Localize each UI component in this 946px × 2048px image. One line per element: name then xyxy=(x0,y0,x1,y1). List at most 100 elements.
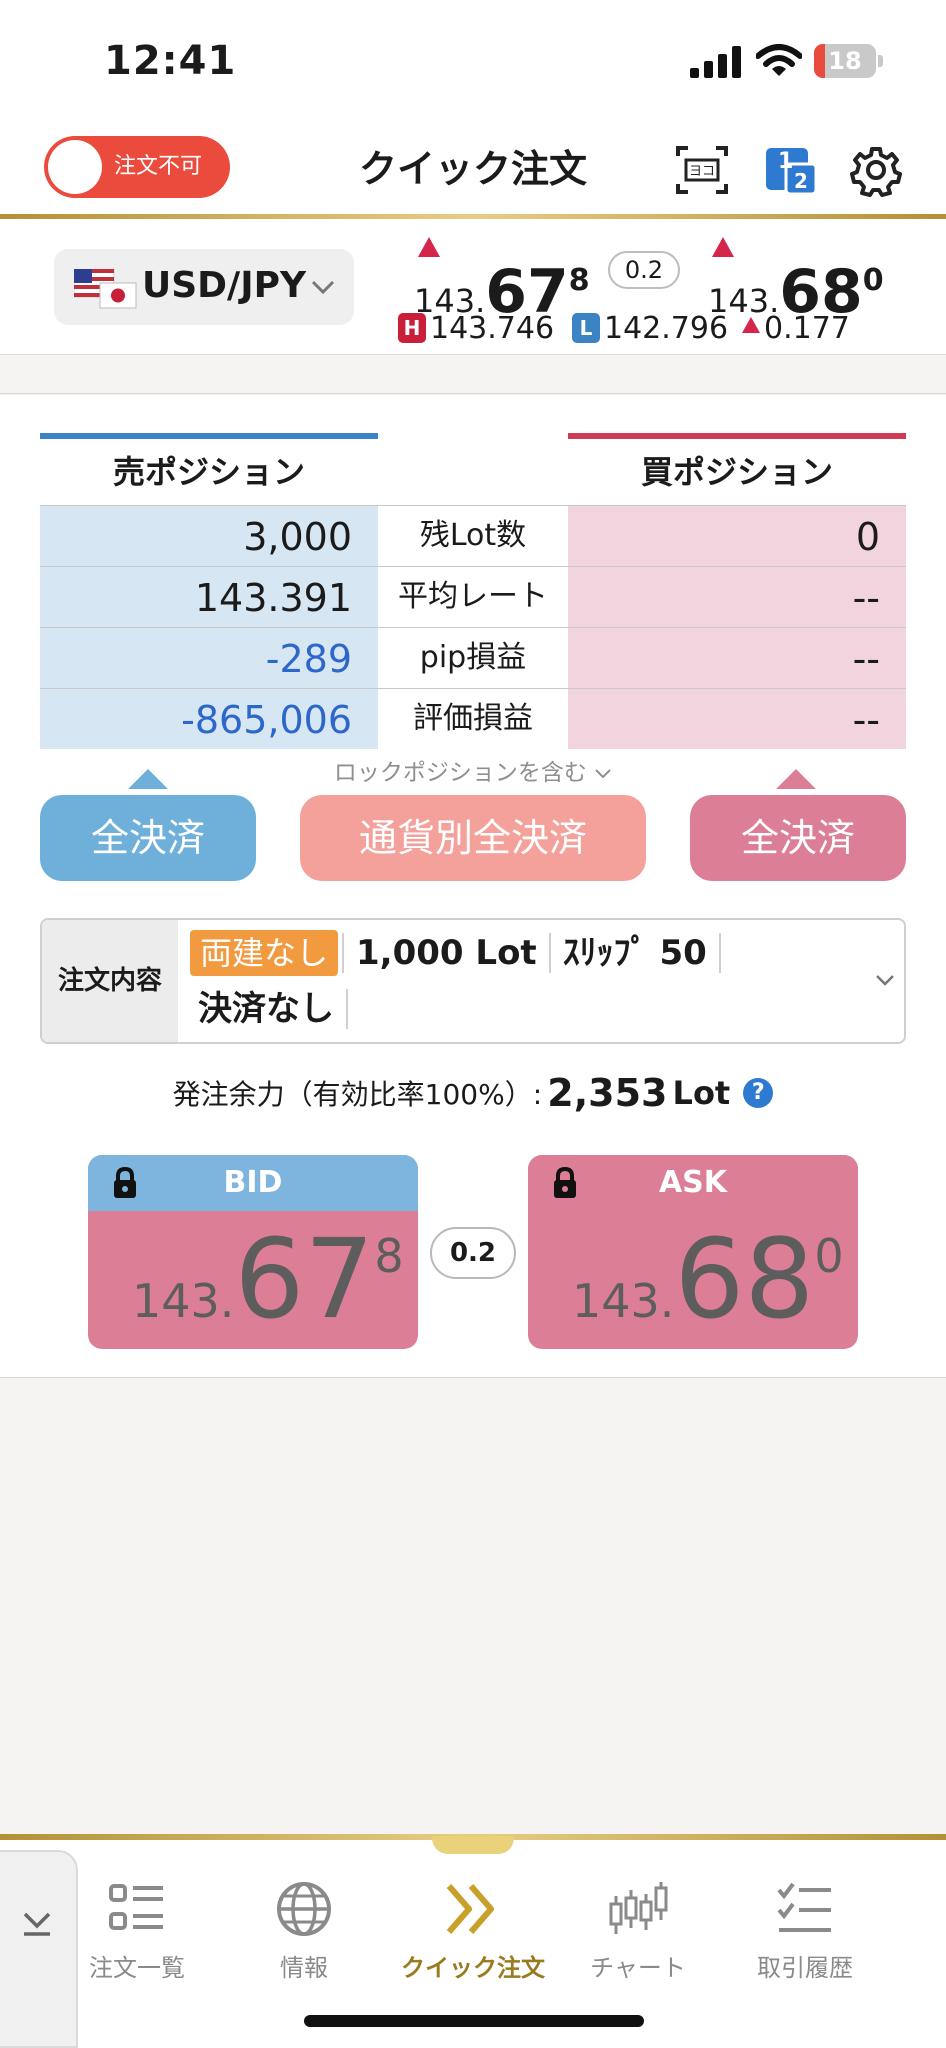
tab-trade-history[interactable]: 取引履歴 xyxy=(730,1880,880,1990)
ask-price-prefix: 143. xyxy=(572,1274,675,1328)
low-badge: L xyxy=(572,313,600,343)
sell-pip-pl-value: -289 xyxy=(40,628,378,688)
high-price: H 143.746 xyxy=(398,311,554,347)
tab-label: 情報 xyxy=(280,1954,328,1982)
collapse-down-icon xyxy=(23,1912,51,1936)
currency-pair-selector[interactable]: USD/JPY xyxy=(54,249,354,325)
tab-order-list[interactable]: 注文一覧 xyxy=(62,1880,212,1990)
chevron-down-icon xyxy=(876,975,894,986)
table-row: -865,006 評価損益 -- xyxy=(40,688,906,749)
ask-pip: 0 xyxy=(862,263,884,298)
low-value: 142.796 xyxy=(604,311,729,346)
one-two-icon[interactable]: 1 2 xyxy=(760,142,820,198)
tab-label: 取引履歴 xyxy=(757,1954,853,1982)
order-slippage: ｽﾘｯﾌﾟ 50 xyxy=(562,933,707,973)
lock-icon xyxy=(114,1167,136,1198)
bid-header: BID xyxy=(88,1155,418,1211)
globe-icon xyxy=(277,1882,331,1936)
ask-price-main: 68 xyxy=(674,1215,815,1343)
buy-lot-value: 0 xyxy=(568,506,906,566)
us-jp-flag-icon xyxy=(74,269,137,309)
cellular-signal-icon xyxy=(690,46,741,78)
chevron-down-icon xyxy=(595,768,611,778)
quick-order-panel: 売ポジション 買ポジション 3,000 残Lot数 0 143.391 平均レー… xyxy=(0,395,946,1378)
order-toggle-label: 注文不可 xyxy=(114,154,203,179)
sell-avg-rate-value: 143.391 xyxy=(40,567,378,627)
change-value: 0.177 xyxy=(764,311,850,346)
currency-close-all-button[interactable]: 通貨別全決済 xyxy=(300,795,646,881)
battery-percent: 18 xyxy=(828,47,862,75)
bid-price-main: 67 xyxy=(234,1215,375,1343)
high-badge: H xyxy=(398,313,426,343)
sell-close-all-button[interactable]: 全決済 xyxy=(40,795,256,881)
chevron-down-icon xyxy=(311,280,335,295)
bid-label: BID xyxy=(223,1165,283,1200)
gear-icon[interactable] xyxy=(846,142,906,198)
ask-label: ASK xyxy=(658,1165,728,1200)
bid-order-button[interactable]: BID 143.678 xyxy=(88,1155,418,1349)
battery-icon: 18 xyxy=(814,44,884,78)
table-row: 3,000 残Lot数 0 xyxy=(40,505,906,566)
order-settings-label: 注文内容 xyxy=(42,920,178,1042)
page-title: クイック注文 xyxy=(358,147,587,191)
tab-label: 注文一覧 xyxy=(89,1954,185,1982)
svg-text:2: 2 xyxy=(794,169,808,193)
order-list-icon xyxy=(109,1884,163,1930)
buy-pointer xyxy=(776,769,816,789)
tab-quick-order[interactable]: クイック注文 xyxy=(398,1880,548,1990)
low-price: L 142.796 xyxy=(572,311,728,347)
table-row: -289 pip損益 -- xyxy=(40,627,906,688)
wifi-icon xyxy=(756,44,802,76)
screen-scan-icon[interactable]: ヨコ xyxy=(672,142,732,198)
margin-unit: Lot xyxy=(672,1074,731,1112)
order-settings[interactable]: 注文内容 両建なし 1,000 Lot ｽﾘｯﾌﾟ 50 決済なし xyxy=(40,918,906,1044)
double-chevron-icon xyxy=(446,1884,494,1934)
active-tab-marker xyxy=(432,1836,514,1854)
margin-label: 発注余力（有効比率100%）: xyxy=(172,1078,543,1111)
row-label-valuation-pl: 評価損益 xyxy=(378,689,568,749)
margin-value: 2,353 xyxy=(547,1071,668,1115)
row-label-avg-rate: 平均レート xyxy=(378,567,568,627)
spread-badge: 0.2 xyxy=(608,251,680,289)
ask-header: ASK xyxy=(528,1155,858,1211)
lock-icon xyxy=(554,1167,576,1198)
status-bar: 12:41 18 xyxy=(0,0,946,120)
tab-chart[interactable]: チャート xyxy=(563,1880,713,1990)
buy-avg-rate-value: -- xyxy=(568,567,906,627)
available-margin: 発注余力（有効比率100%）: 2,353 Lot ? xyxy=(0,1071,946,1115)
rate-bar: USD/JPY 143.678 0.2 143.680 H 143.746 L 14… xyxy=(0,219,946,355)
buy-valuation-pl-value: -- xyxy=(568,689,906,749)
order-lot: 1,000 Lot xyxy=(356,933,537,973)
home-indicator xyxy=(304,2015,644,2027)
ask-order-button[interactable]: ASK 143.680 xyxy=(528,1155,858,1349)
help-icon[interactable]: ? xyxy=(743,1078,774,1108)
table-row: 143.391 平均レート -- xyxy=(40,566,906,627)
tab-label: チャート xyxy=(590,1954,686,1982)
high-value: 143.746 xyxy=(430,311,555,346)
buy-close-all-button[interactable]: 全決済 xyxy=(690,795,906,881)
app-header: 注文不可 クイック注文 ヨコ 1 2 xyxy=(0,120,946,216)
bid-price-pip: 8 xyxy=(374,1229,404,1283)
candlestick-icon xyxy=(609,1882,668,1934)
currency-pair-symbol: USD/JPY xyxy=(142,265,307,306)
up-arrow-icon xyxy=(418,237,440,257)
tab-info[interactable]: 情報 xyxy=(229,1880,379,1990)
order-toggle[interactable]: 注文不可 xyxy=(44,136,230,198)
row-label-lot: 残Lot数 xyxy=(378,506,568,566)
ask-price-pip: 0 xyxy=(814,1229,844,1283)
lock-position-label: ロックポジションを含む xyxy=(333,760,587,786)
sell-pointer xyxy=(128,769,168,789)
section-spacer xyxy=(0,356,946,394)
bid-price-prefix: 143. xyxy=(132,1274,235,1328)
spread-badge: 0.2 xyxy=(430,1227,516,1279)
row-label-pip-pl: pip損益 xyxy=(378,628,568,688)
order-settle: 決済なし xyxy=(198,989,334,1029)
bid-pip: 8 xyxy=(568,263,590,298)
position-table: 3,000 残Lot数 0 143.391 平均レート -- -289 pip損… xyxy=(40,505,906,749)
up-arrow-icon xyxy=(712,237,734,257)
status-time: 12:41 xyxy=(104,38,237,84)
tab-label: クイック注文 xyxy=(401,1954,545,1982)
buy-pip-pl-value: -- xyxy=(568,628,906,688)
svg-text:ヨコ: ヨコ xyxy=(689,164,715,179)
buy-position-header: 買ポジション xyxy=(568,433,906,505)
